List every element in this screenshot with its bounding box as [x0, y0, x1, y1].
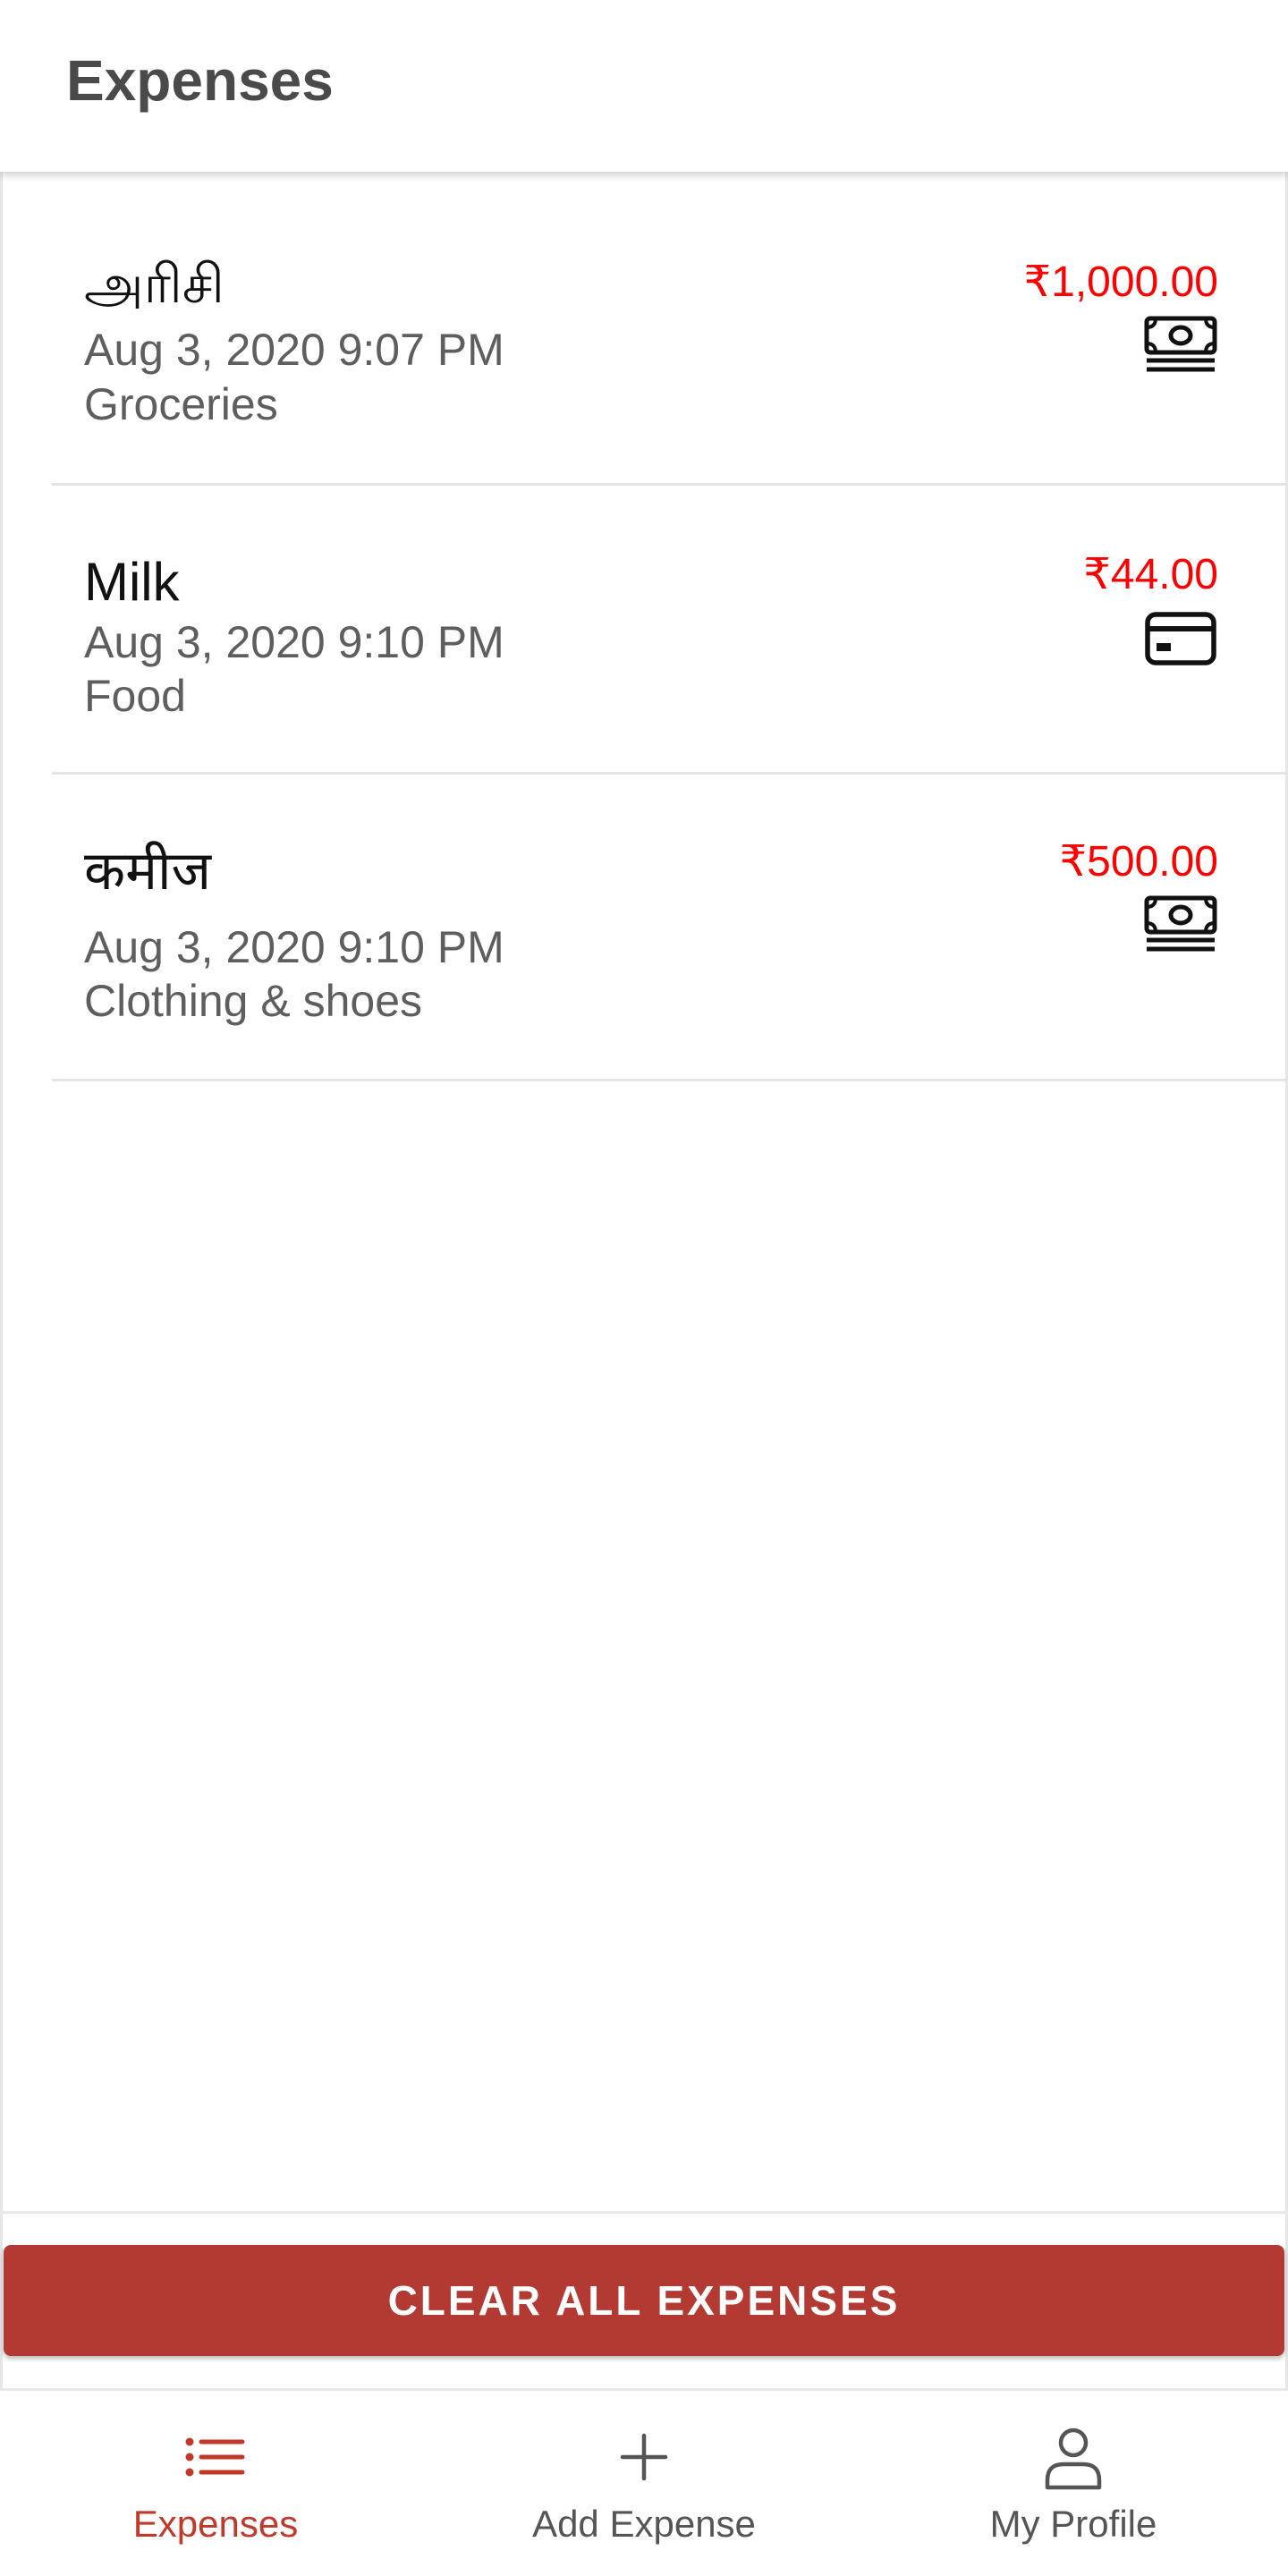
cash-icon [1143, 315, 1218, 374]
expense-category: Groceries [84, 379, 278, 429]
bottom-tab-bar: Expenses Add Expense My Profile [0, 2388, 1288, 2576]
tab-add-expense[interactable]: Add Expense [429, 2391, 859, 2576]
person-icon [1039, 2423, 1107, 2491]
tab-label: Add Expense [532, 2503, 756, 2545]
expense-amount: ₹500.00 [1059, 838, 1218, 886]
card-icon [1143, 609, 1218, 668]
expense-date: Aug 3, 2020 9:10 PM [84, 617, 504, 667]
expense-date: Aug 3, 2020 9:07 PM [84, 325, 504, 375]
expense-name: அரிசி [84, 254, 225, 314]
expense-name: कमीज [84, 841, 212, 901]
expense-category: Food [84, 671, 186, 721]
expense-list: அரிசி Aug 3, 2020 9:07 PM Groceries ₹1,0… [0, 172, 1288, 1081]
expense-item[interactable]: कमीज Aug 3, 2020 9:10 PM Clothing & shoe… [52, 775, 1288, 1081]
expense-item[interactable]: அரிசி Aug 3, 2020 9:07 PM Groceries ₹1,0… [52, 172, 1288, 486]
tab-my-profile[interactable]: My Profile [859, 2391, 1288, 2576]
expense-amount: ₹1,000.00 [1023, 258, 1218, 306]
app-header: Expenses [0, 0, 1288, 172]
tab-label: My Profile [989, 2503, 1157, 2545]
divider [0, 2211, 1288, 2214]
expense-date: Aug 3, 2020 9:10 PM [84, 922, 504, 972]
expense-item[interactable]: Milk Aug 3, 2020 9:10 PM Food ₹44.00 [52, 486, 1288, 775]
cash-icon [1143, 894, 1218, 953]
expense-amount: ₹44.00 [1083, 551, 1218, 598]
plus-icon [610, 2423, 678, 2491]
clear-all-expenses-button[interactable]: CLEAR ALL EXPENSES [4, 2245, 1284, 2356]
list-icon [182, 2423, 250, 2491]
expense-name: Milk [84, 552, 180, 612]
page-title: Expenses [66, 48, 334, 113]
expense-category: Clothing & shoes [84, 976, 423, 1026]
tab-expenses[interactable]: Expenses [0, 2391, 431, 2576]
tab-label: Expenses [132, 2503, 299, 2545]
